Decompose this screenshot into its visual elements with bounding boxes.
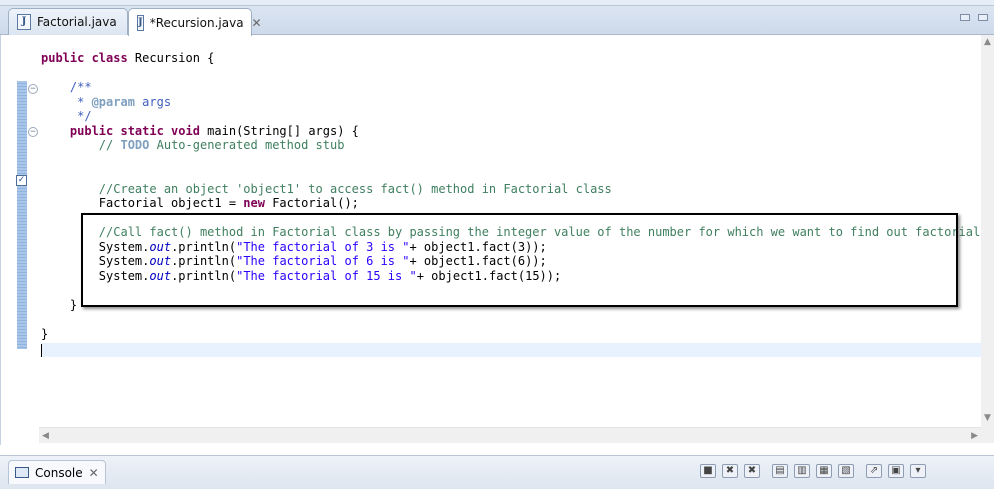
code-token: main(String[] args) { bbox=[199, 123, 359, 138]
maximize-button[interactable] bbox=[978, 14, 988, 21]
console-tab-label: Console bbox=[35, 465, 83, 480]
scroll-down-icon[interactable]: ▼ bbox=[984, 413, 991, 423]
scroll-up-icon[interactable]: ▲ bbox=[984, 37, 991, 47]
scroll-right-icon[interactable]: ▶ bbox=[971, 431, 978, 441]
minimize-button[interactable] bbox=[960, 14, 970, 21]
code-line: Factorial object1 = new Factorial(); bbox=[41, 196, 980, 211]
current-line-highlight bbox=[41, 343, 981, 357]
tab-label: *Recursion.java bbox=[149, 15, 244, 30]
console-icon bbox=[15, 467, 29, 478]
code-token: TODO bbox=[120, 138, 150, 152]
code-token: public static void bbox=[69, 123, 200, 138]
text-caret bbox=[41, 344, 42, 357]
window-controls bbox=[960, 14, 988, 21]
console-panel-bar: Console ✕ ■ ✖ ✖ ▤ ▥ ▦ ▧ ⇗ ▣ ▾ bbox=[0, 455, 994, 489]
editor-tab-bar: J Factorial.java J *Recursion.java ✕ bbox=[0, 0, 994, 36]
code-token: Factorial object1 = bbox=[41, 196, 244, 210]
code-token: Recursion { bbox=[127, 51, 215, 65]
code-token: } bbox=[41, 297, 78, 312]
code-line: public class Recursion { bbox=[41, 51, 980, 66]
open-console-icon[interactable]: ▾ bbox=[910, 464, 926, 478]
code-token: /** bbox=[41, 80, 92, 94]
code-line: /** bbox=[41, 80, 980, 95]
change-bar bbox=[17, 81, 27, 349]
code-line: // TODO Auto-generated method stub bbox=[41, 138, 980, 153]
code-token: } bbox=[41, 326, 49, 341]
code-token: @param bbox=[91, 94, 135, 109]
code-token: * bbox=[41, 94, 92, 109]
show-stderr-icon[interactable]: ▧ bbox=[838, 464, 854, 478]
scroll-left-icon[interactable]: ◀ bbox=[42, 431, 49, 441]
show-stdout-icon[interactable]: ▦ bbox=[816, 464, 832, 478]
tab-label: Factorial.java bbox=[37, 15, 117, 29]
code-token: //Create an object 'object1' to access f… bbox=[41, 181, 612, 196]
annotation-box bbox=[81, 213, 958, 307]
pin-console-icon[interactable]: ⇗ bbox=[866, 464, 882, 478]
horizontal-scrollbar[interactable]: ◀ ▶ bbox=[39, 427, 981, 443]
code-editor[interactable]: − − ✓ public class Recursion { /** * @pa… bbox=[0, 35, 994, 445]
display-console-icon[interactable]: ▣ bbox=[888, 464, 904, 478]
code-line: * @param args bbox=[41, 95, 980, 110]
tab-factorial-java[interactable]: J Factorial.java bbox=[8, 8, 128, 35]
tab-bar-top-strip bbox=[0, 0, 994, 6]
fold-toggle-icon[interactable]: − bbox=[28, 127, 38, 137]
close-console-icon[interactable]: ✕ bbox=[89, 466, 99, 480]
vertical-scrollbar[interactable]: ▲ ▼ bbox=[981, 35, 994, 443]
java-file-icon: J bbox=[17, 14, 31, 30]
code-token: */ bbox=[41, 109, 92, 123]
remove-launch-icon[interactable]: ✖ bbox=[722, 464, 738, 478]
tab-recursion-java[interactable]: J *Recursion.java ✕ bbox=[128, 8, 262, 36]
task-marker-icon[interactable]: ✓ bbox=[16, 175, 27, 186]
tab-console[interactable]: Console ✕ bbox=[8, 460, 106, 484]
close-tab-icon[interactable]: ✕ bbox=[252, 16, 262, 30]
code-token: new bbox=[243, 196, 265, 210]
terminate-icon[interactable]: ■ bbox=[700, 464, 716, 478]
code-token: Auto-generated method stub bbox=[149, 138, 345, 152]
code-line: */ bbox=[41, 109, 980, 124]
code-token: Factorial(); bbox=[264, 196, 359, 210]
code-token: // bbox=[41, 138, 121, 152]
code-line: } bbox=[41, 327, 980, 342]
code-token: public class bbox=[41, 51, 128, 65]
fold-toggle-icon[interactable]: − bbox=[28, 84, 38, 94]
code-line: //Create an object 'object1' to access f… bbox=[41, 182, 980, 197]
java-file-icon: J bbox=[137, 14, 144, 31]
console-toolbar: ■ ✖ ✖ ▤ ▥ ▦ ▧ ⇗ ▣ ▾ bbox=[700, 464, 926, 478]
scroll-lock-icon[interactable]: ▥ bbox=[794, 464, 810, 478]
code-line: public static void main(String[] args) { bbox=[41, 124, 980, 139]
change-ruler bbox=[15, 81, 27, 349]
clear-console-icon[interactable]: ▤ bbox=[772, 464, 788, 478]
code-token: args bbox=[134, 94, 172, 109]
remove-all-icon[interactable]: ✖ bbox=[744, 464, 760, 478]
